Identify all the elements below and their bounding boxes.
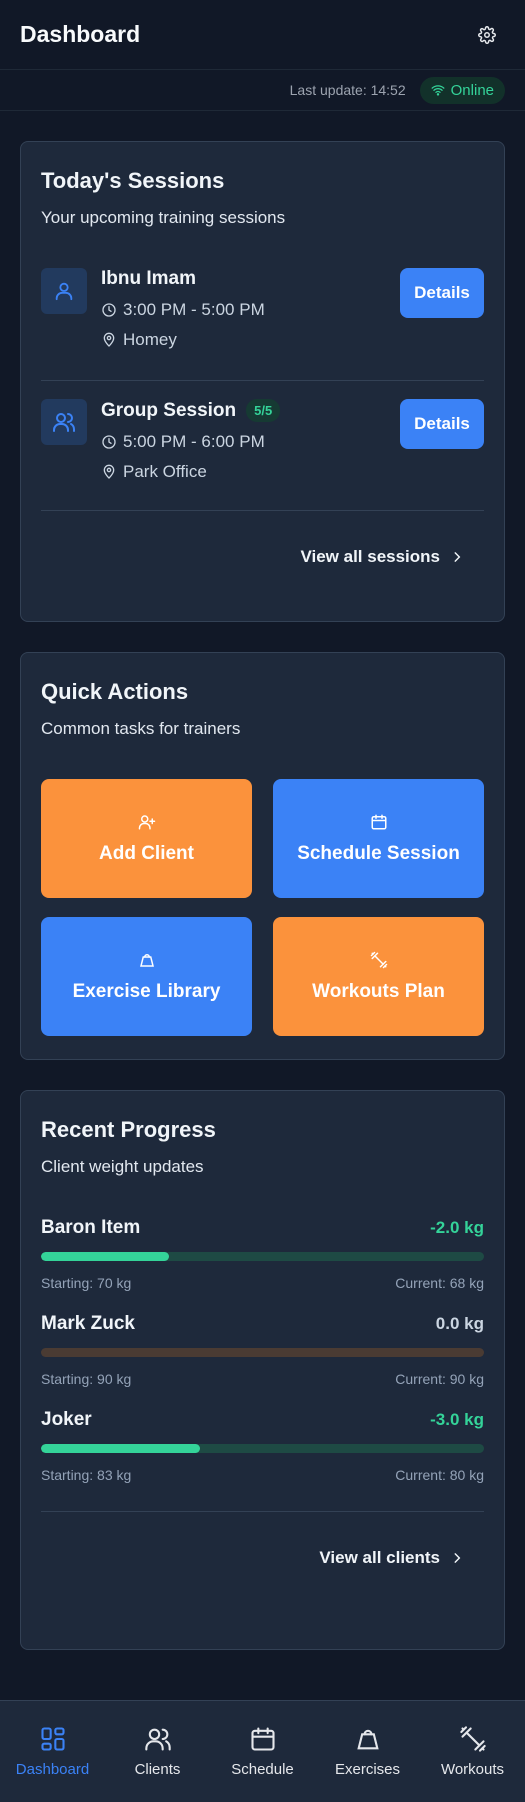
session-time-text: 5:00 PM - 6:00 PM bbox=[123, 432, 265, 451]
session-location: Park Office bbox=[101, 462, 400, 482]
chevron-right-icon bbox=[454, 1552, 461, 1563]
chevron-right-icon bbox=[454, 551, 461, 562]
quick-actions-card: Quick Actions Common tasks for trainers … bbox=[20, 652, 505, 1060]
starting-weight: Starting: 90 kg bbox=[41, 1371, 132, 1387]
progress-track bbox=[41, 1444, 484, 1453]
weight-change: -3.0 kg bbox=[430, 1410, 484, 1429]
wifi-icon bbox=[431, 85, 445, 96]
nav-item-workouts[interactable]: Workouts bbox=[423, 1725, 523, 1778]
bottom-nav: Dashboard Clients Schedule Exercises Wor… bbox=[0, 1700, 525, 1802]
progress-client-name: Mark Zuck bbox=[41, 1313, 135, 1334]
session-item: Ibnu Imam 3:00 PM - 5:00 PM Homey Detail… bbox=[41, 250, 484, 380]
sessions-card-title: Today's Sessions bbox=[41, 168, 225, 193]
starting-weight: Starting: 83 kg bbox=[41, 1467, 132, 1483]
weight-change: -2.0 kg bbox=[430, 1218, 484, 1237]
user-plus-icon bbox=[138, 814, 155, 829]
progress-track bbox=[41, 1252, 484, 1261]
page-title: Dashboard bbox=[20, 21, 141, 47]
sessions-card: Today's Sessions Your upcoming training … bbox=[20, 141, 505, 622]
view-all-clients-link[interactable]: View all clients bbox=[41, 1511, 484, 1603]
workouts-plan-label: Workouts Plan bbox=[312, 980, 445, 1002]
session-avatar bbox=[41, 268, 87, 314]
nav-item-clients[interactable]: Clients bbox=[108, 1725, 208, 1778]
clock-icon bbox=[102, 303, 116, 317]
nav-item-schedule[interactable]: Schedule bbox=[213, 1725, 313, 1778]
capacity-badge: 5/5 bbox=[246, 399, 281, 422]
progress-card-subtitle: Client weight updates bbox=[41, 1157, 204, 1176]
online-status-label: Online bbox=[450, 81, 494, 99]
recent-progress-card: Recent Progress Client weight updates Ba… bbox=[20, 1090, 505, 1650]
map-pin-icon bbox=[103, 332, 115, 347]
last-update-text: Last update: 14:52 bbox=[289, 82, 406, 98]
calendar-icon bbox=[371, 814, 386, 829]
session-avatar bbox=[41, 399, 87, 445]
dumbbell-icon bbox=[459, 1726, 486, 1752]
progress-client-name: Joker bbox=[41, 1409, 92, 1430]
exercise-library-button[interactable]: Exercise Library bbox=[41, 917, 252, 1036]
add-client-button[interactable]: Add Client bbox=[41, 779, 252, 898]
progress-track bbox=[41, 1348, 484, 1357]
starting-weight: Starting: 70 kg bbox=[41, 1275, 132, 1291]
nav-item-exercises[interactable]: Exercises bbox=[318, 1725, 418, 1778]
progress-item: Baron Item -2.0 kg Starting: 70 kg Curre… bbox=[41, 1217, 484, 1291]
session-item: Group Session 5/5 5:00 PM - 6:00 PM Park… bbox=[41, 380, 484, 510]
status-bar: Last update: 14:52 Online bbox=[0, 70, 525, 111]
session-time: 5:00 PM - 6:00 PM bbox=[101, 432, 400, 452]
clock-icon bbox=[102, 435, 116, 449]
settings-button[interactable] bbox=[469, 17, 505, 53]
schedule-session-label: Schedule Session bbox=[297, 842, 460, 864]
current-weight: Current: 90 kg bbox=[395, 1371, 484, 1387]
sessions-card-subtitle: Your upcoming training sessions bbox=[41, 208, 286, 227]
exercise-library-label: Exercise Library bbox=[72, 980, 221, 1002]
nav-label: Dashboard bbox=[15, 1761, 90, 1778]
users-icon bbox=[144, 1728, 171, 1751]
dumbbell-icon bbox=[370, 951, 387, 968]
kettlebell-icon bbox=[139, 953, 154, 967]
view-all-sessions-label: View all sessions bbox=[300, 546, 440, 566]
current-weight: Current: 80 kg bbox=[395, 1467, 484, 1483]
session-location-text: Park Office bbox=[123, 462, 207, 481]
gear-icon bbox=[478, 25, 496, 44]
nav-label: Workouts bbox=[440, 1761, 505, 1778]
map-pin-icon bbox=[103, 464, 115, 479]
session-time-text: 3:00 PM - 5:00 PM bbox=[123, 300, 265, 319]
calendar-icon bbox=[250, 1727, 275, 1751]
quick-actions-title: Quick Actions bbox=[41, 679, 189, 704]
quick-actions-subtitle: Common tasks for trainers bbox=[41, 719, 241, 738]
progress-card-title: Recent Progress bbox=[41, 1117, 216, 1142]
weight-change: 0.0 kg bbox=[435, 1314, 484, 1333]
progress-item: Mark Zuck 0.0 kg Starting: 90 kg Current… bbox=[41, 1313, 484, 1387]
progress-item: Joker -3.0 kg Starting: 83 kg Current: 8… bbox=[41, 1409, 484, 1483]
add-client-label: Add Client bbox=[99, 842, 194, 864]
progress-client-name: Baron Item bbox=[41, 1217, 141, 1238]
session-location-text: Homey bbox=[123, 330, 177, 349]
view-all-sessions-link[interactable]: View all sessions bbox=[41, 510, 484, 602]
current-weight: Current: 68 kg bbox=[395, 1275, 484, 1291]
session-details-button[interactable]: Details bbox=[400, 268, 484, 318]
session-client-name: Ibnu Imam bbox=[101, 268, 197, 289]
online-status-badge: Online bbox=[419, 76, 505, 104]
dashboard-icon bbox=[40, 1727, 65, 1751]
app-header: Dashboard bbox=[0, 0, 525, 70]
progress-fill bbox=[41, 1444, 201, 1453]
users-icon bbox=[53, 413, 75, 432]
session-details-button[interactable]: Details bbox=[400, 399, 484, 449]
session-location: Homey bbox=[101, 330, 400, 350]
schedule-session-button[interactable]: Schedule Session bbox=[273, 779, 484, 898]
nav-label: Schedule bbox=[231, 1761, 294, 1778]
user-icon bbox=[55, 282, 73, 301]
kettlebell-icon bbox=[356, 1729, 379, 1750]
nav-label: Exercises bbox=[334, 1761, 401, 1778]
session-client-name: Group Session bbox=[101, 399, 237, 421]
nav-label: Clients bbox=[134, 1761, 181, 1778]
progress-fill bbox=[41, 1252, 170, 1261]
nav-item-dashboard[interactable]: Dashboard bbox=[3, 1725, 103, 1778]
view-all-clients-label: View all clients bbox=[319, 1547, 440, 1567]
session-time: 3:00 PM - 5:00 PM bbox=[101, 300, 400, 320]
workouts-plan-button[interactable]: Workouts Plan bbox=[273, 917, 484, 1036]
